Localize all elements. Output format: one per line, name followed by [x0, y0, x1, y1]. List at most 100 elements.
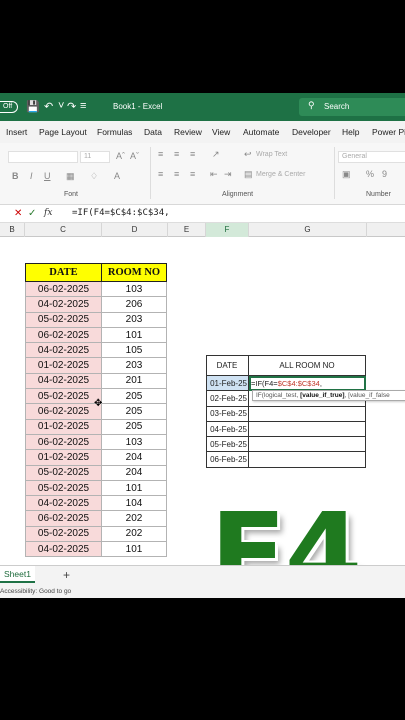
- comma-style-icon[interactable]: 9: [382, 169, 387, 179]
- column-header-c[interactable]: C: [25, 223, 102, 237]
- wrap-text-icon[interactable]: ↩: [244, 149, 252, 160]
- room-result-cell[interactable]: [248, 420, 366, 438]
- tab-review[interactable]: Review: [174, 127, 202, 137]
- worksheet-grid[interactable]: DATE ROOM NO 06-02-2025 103 04-02-2025 206 0…: [0, 237, 405, 565]
- column-header-d[interactable]: D: [102, 223, 168, 237]
- bottom-align-icon[interactable]: ≡: [190, 149, 195, 159]
- confirm-entry-icon[interactable]: ✓: [28, 208, 36, 219]
- room-no-cell[interactable]: 204: [101, 464, 167, 481]
- room-no-cell[interactable]: 205: [101, 388, 167, 405]
- align-right-icon[interactable]: ≡: [190, 169, 195, 179]
- date-cell[interactable]: 04-02-2025: [25, 372, 102, 390]
- tab-data[interactable]: Data: [144, 127, 162, 137]
- column-header-b[interactable]: B: [0, 223, 25, 237]
- date-cell[interactable]: 05-02-2025: [25, 525, 102, 543]
- date-cell[interactable]: 06-02-2025: [25, 433, 102, 451]
- lookup-date-header[interactable]: DATE: [206, 355, 249, 376]
- undo-icon[interactable]: ↶: [44, 100, 53, 113]
- redo-icon[interactable]: ↷: [67, 100, 76, 113]
- lookup-date-cell[interactable]: 01-Feb-25: [206, 374, 249, 392]
- tab-page-layout[interactable]: Page Layout: [39, 127, 87, 137]
- date-cell[interactable]: 04-02-2025: [25, 495, 102, 512]
- lookup-date-cell[interactable]: 02-Feb-25: [206, 390, 249, 407]
- tab-insert[interactable]: Insert: [6, 127, 27, 137]
- formula-input[interactable]: =IF(F4=$C$4:$C$34,: [72, 208, 170, 218]
- bold-icon[interactable]: B: [12, 171, 19, 181]
- fill-color-icon[interactable]: ♢: [90, 171, 98, 182]
- tab-power-pivot[interactable]: Power Pi: [372, 127, 405, 137]
- align-center-icon[interactable]: ≡: [174, 169, 179, 179]
- lookup-date-cell[interactable]: 03-Feb-25: [206, 405, 249, 422]
- orientation-icon[interactable]: ↗: [212, 149, 220, 160]
- room-no-cell[interactable]: 103: [101, 280, 167, 298]
- autosave-toggle[interactable]: Off: [0, 101, 18, 113]
- date-cell[interactable]: 01-02-2025: [25, 357, 102, 374]
- date-cell[interactable]: 06-02-2025: [25, 280, 102, 298]
- increase-indent-icon[interactable]: ⇥: [224, 169, 232, 180]
- accessibility-status[interactable]: Accessibility: Good to go: [0, 588, 71, 595]
- date-cell[interactable]: 04-02-2025: [25, 296, 102, 313]
- lookup-date-cell[interactable]: 04-Feb-25: [206, 420, 249, 438]
- italic-icon[interactable]: I: [30, 171, 33, 181]
- wrap-text-label[interactable]: Wrap Text: [256, 151, 287, 158]
- add-sheet-button[interactable]: +: [63, 568, 70, 582]
- top-align-icon[interactable]: ≡: [158, 149, 163, 159]
- undo-dropdown-icon[interactable]: ˅: [58, 100, 64, 112]
- room-result-cell[interactable]: [248, 436, 366, 453]
- column-header-e[interactable]: E: [168, 223, 206, 237]
- date-cell[interactable]: 04-02-2025: [25, 541, 102, 558]
- room-no-cell[interactable]: 103: [101, 433, 167, 451]
- customize-toolbar-icon[interactable]: ≡: [80, 100, 86, 112]
- room-no-cell[interactable]: 206: [101, 296, 167, 313]
- underline-icon[interactable]: U: [44, 171, 51, 181]
- all-room-no-header[interactable]: ALL ROOM NO: [248, 355, 366, 376]
- room-no-cell[interactable]: 203: [101, 357, 167, 374]
- tab-help[interactable]: Help: [342, 127, 359, 137]
- room-result-cell[interactable]: [248, 405, 366, 422]
- date-cell[interactable]: 05-02-2025: [25, 311, 102, 328]
- room-no-cell[interactable]: 205: [101, 403, 167, 420]
- lookup-date-cell[interactable]: 05-Feb-25: [206, 436, 249, 453]
- tab-formulas[interactable]: Formulas: [97, 127, 132, 137]
- middle-align-icon[interactable]: ≡: [174, 149, 179, 159]
- tab-automate[interactable]: Automate: [243, 127, 279, 137]
- date-cell[interactable]: 01-02-2025: [25, 449, 102, 466]
- date-cell[interactable]: 05-02-2025: [25, 464, 102, 481]
- room-no-cell[interactable]: 101: [101, 326, 167, 344]
- font-name-box[interactable]: [8, 151, 78, 163]
- date-cell[interactable]: 05-02-2025: [25, 479, 102, 497]
- align-left-icon[interactable]: ≡: [158, 169, 163, 179]
- date-cell[interactable]: 01-02-2025: [25, 418, 102, 435]
- editing-cell[interactable]: =IF(F4=$C$4:$C$34,: [248, 374, 366, 392]
- accounting-format-icon[interactable]: ▣: [342, 169, 351, 180]
- merge-center-label[interactable]: Merge & Center: [256, 171, 305, 178]
- room-no-cell[interactable]: 202: [101, 525, 167, 543]
- percent-style-icon[interactable]: %: [366, 169, 374, 179]
- date-cell[interactable]: 06-02-2025: [25, 510, 102, 527]
- room-no-cell[interactable]: 105: [101, 342, 167, 359]
- room-no-cell[interactable]: 101: [101, 479, 167, 497]
- tab-view[interactable]: View: [212, 127, 230, 137]
- cancel-entry-icon[interactable]: ✕: [14, 208, 22, 219]
- column-header-g[interactable]: G: [249, 223, 367, 237]
- date-header[interactable]: DATE: [25, 263, 102, 282]
- room-no-cell[interactable]: 204: [101, 449, 167, 466]
- date-cell[interactable]: 04-02-2025: [25, 342, 102, 359]
- room-no-cell[interactable]: 101: [101, 541, 167, 558]
- tab-developer[interactable]: Developer: [292, 127, 331, 137]
- font-color-icon[interactable]: A: [114, 171, 120, 181]
- date-cell[interactable]: 06-02-2025: [25, 326, 102, 344]
- room-no-cell[interactable]: 203: [101, 311, 167, 328]
- decrease-font-icon[interactable]: Aˇ: [130, 151, 139, 161]
- increase-font-icon[interactable]: Aˆ: [116, 151, 125, 161]
- merge-center-icon[interactable]: ▤: [244, 169, 253, 180]
- room-result-cell[interactable]: [248, 451, 366, 468]
- search-box[interactable]: [299, 98, 405, 116]
- lookup-date-cell[interactable]: 06-Feb-25: [206, 451, 249, 468]
- sheet-tab-sheet1[interactable]: Sheet1: [0, 566, 35, 583]
- save-icon[interactable]: 💾: [26, 100, 40, 113]
- room-no-cell[interactable]: 201: [101, 372, 167, 390]
- date-cell[interactable]: 05-02-2025: [25, 388, 102, 405]
- room-no-header[interactable]: ROOM NO: [101, 263, 167, 282]
- decrease-indent-icon[interactable]: ⇤: [210, 169, 218, 180]
